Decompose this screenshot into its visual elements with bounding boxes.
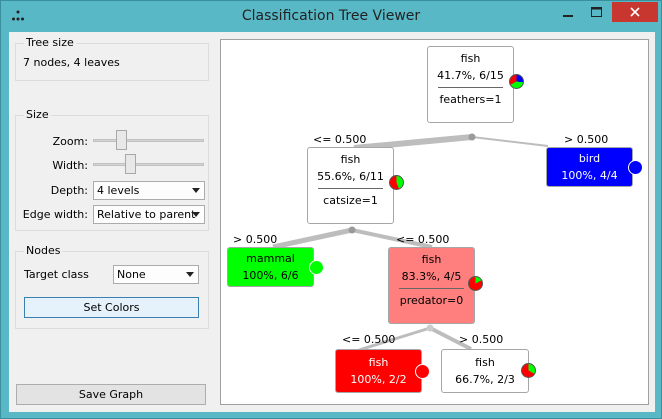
nodes-group: Nodes Target class None Set Colors: [15, 244, 209, 329]
distribution-pie-icon: [628, 160, 643, 175]
maximize-button[interactable]: [582, 2, 610, 22]
zoom-slider[interactable]: [93, 130, 204, 150]
tree-size-group: Tree size 7 nodes, 4 leaves: [15, 36, 209, 81]
node-class-label: bird: [578, 152, 601, 165]
zoom-label: Zoom:: [52, 135, 88, 148]
save-graph-button[interactable]: Save Graph: [16, 384, 206, 405]
minimize-button[interactable]: [554, 2, 582, 22]
window: Classification Tree Viewer Tree size 7 n…: [0, 0, 662, 419]
tree-canvas[interactable]: <= 0.500 > 0.500 > 0.500 <= 0.500 <= 0.5…: [220, 39, 649, 405]
node-class-label: fish: [421, 253, 442, 266]
tree-node-mammal[interactable]: mammal 100%, 6/6: [227, 247, 324, 287]
tree-node-catsize[interactable]: fish 55.6%, 6/11 catsize=1: [307, 147, 404, 224]
node-split-rule: catsize=1: [323, 194, 378, 207]
edge-label-root-left: <= 0.500: [313, 133, 367, 146]
size-group: Size Zoom: Width: Depth: 4 levels Edge w…: [15, 108, 209, 231]
node-class-label: mammal: [246, 252, 295, 265]
distribution-pie-icon: [389, 175, 404, 190]
split-point-root: [468, 133, 476, 141]
chevron-down-icon: [192, 188, 200, 193]
distribution-pie-icon: [309, 260, 324, 275]
node-separator: [438, 87, 503, 88]
width-slider[interactable]: [93, 154, 204, 174]
zoom-slider-track: [93, 139, 204, 142]
split-point-n4: [426, 324, 434, 332]
maximize-icon: [590, 7, 602, 17]
edge-label-n4-left: <= 0.500: [342, 333, 396, 346]
node-class-label: fish: [368, 356, 389, 369]
edge-label-n1-right: <= 0.500: [396, 233, 450, 246]
target-class-combo-value: None: [117, 268, 146, 281]
edge-width-combo[interactable]: Relative to parent: [93, 205, 205, 224]
tree-node-fish-pure[interactable]: fish 100%, 2/2: [335, 349, 430, 393]
nodes-group-title: Nodes: [24, 244, 63, 257]
tree-node-fish-mixed[interactable]: fish 66.7%, 2/3: [441, 349, 536, 393]
zoom-slider-handle[interactable]: [116, 130, 127, 150]
title-bar[interactable]: Classification Tree Viewer: [1, 1, 661, 32]
tree-node-predator[interactable]: fish 83.3%, 4/5 predator=0: [388, 247, 483, 324]
node-separator: [318, 188, 383, 189]
edge-n1-left: [272, 227, 353, 250]
tree-size-group-title: Tree size: [24, 36, 76, 49]
edge-label-n1-left: > 0.500: [233, 233, 278, 246]
target-class-combo[interactable]: None: [113, 265, 199, 284]
node-separator: [399, 288, 464, 289]
node-class-label: fish: [460, 52, 481, 65]
close-button[interactable]: [612, 2, 658, 22]
depth-label: Depth:: [50, 184, 88, 197]
client-area: Tree size 7 nodes, 4 leaves Size Zoom: W…: [9, 32, 655, 412]
node-stats: 66.7%, 2/3: [455, 373, 515, 386]
depth-combo[interactable]: 4 levels: [93, 181, 205, 200]
node-class-label: fish: [340, 153, 361, 166]
distribution-pie-icon: [468, 276, 483, 291]
minimize-icon: [563, 15, 573, 17]
edge-width-combo-value: Relative to parent: [97, 208, 196, 221]
width-label: Width:: [52, 159, 88, 172]
width-slider-handle[interactable]: [125, 154, 136, 174]
node-stats: 83.3%, 4/5: [401, 270, 462, 283]
target-class-label: Target class: [24, 268, 89, 281]
node-split-rule: predator=0: [399, 294, 464, 307]
node-stats: 41.7%, 6/15: [437, 69, 504, 82]
tree-node-root[interactable]: fish 41.7%, 6/15 feathers=1: [427, 46, 524, 123]
node-stats: 100%, 4/4: [561, 169, 618, 182]
edge-root-right: [471, 136, 549, 147]
chevron-down-icon: [186, 272, 194, 277]
tree-size-value: 7 nodes, 4 leaves: [23, 56, 120, 69]
depth-combo-value: 4 levels: [97, 184, 140, 197]
size-group-title: Size: [24, 108, 51, 121]
distribution-pie-icon: [521, 363, 536, 378]
node-stats: 55.6%, 6/11: [317, 170, 384, 183]
node-class-label: fish: [475, 356, 495, 369]
edge-width-label: Edge width:: [22, 208, 88, 221]
node-split-rule: feathers=1: [439, 93, 502, 106]
tree-node-bird[interactable]: bird 100%, 4/4: [546, 147, 643, 187]
node-stats: 100%, 6/6: [242, 269, 299, 282]
distribution-pie-icon: [509, 74, 524, 89]
width-slider-track: [93, 163, 204, 166]
edge-label-root-right: > 0.500: [564, 133, 609, 146]
edge-label-n4-right: > 0.500: [459, 333, 504, 346]
distribution-pie-icon: [415, 364, 430, 379]
node-stats: 100%, 2/2: [350, 373, 407, 386]
chevron-down-icon: [192, 212, 200, 217]
close-icon: [630, 7, 640, 17]
split-point-n1: [348, 226, 356, 234]
set-colors-button[interactable]: Set Colors: [24, 297, 199, 318]
